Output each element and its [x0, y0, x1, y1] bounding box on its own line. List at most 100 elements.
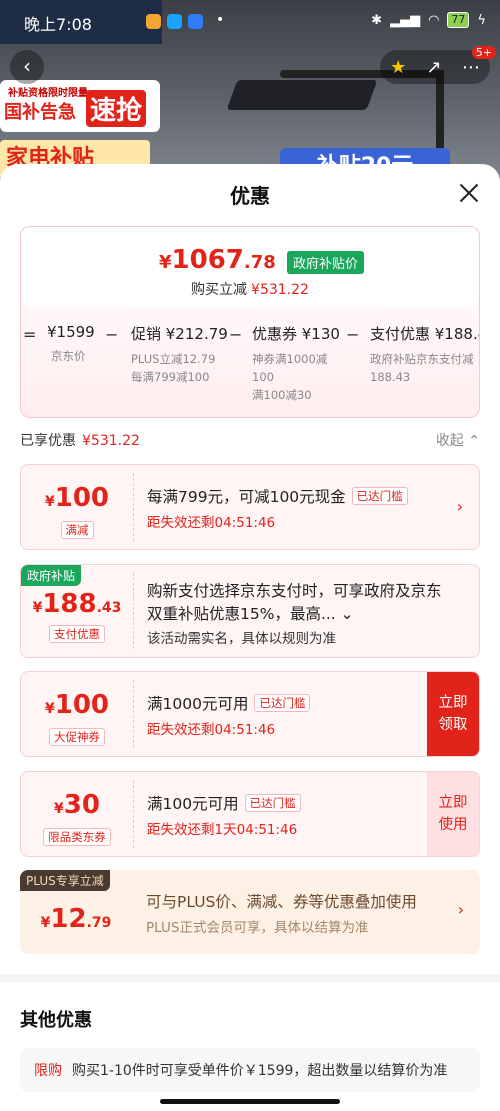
discount-title-line2[interactable]: 双重补贴优惠15%，最高... ⌄: [147, 602, 354, 624]
value-yen: ¥: [44, 494, 55, 510]
type-tag-text: 大促神券: [49, 728, 105, 746]
breakdown-sub: PLUS立减12.79: [131, 352, 216, 366]
coupon-title: 满1000元可用 已达门槛: [147, 692, 311, 714]
breakdown-jd-price: ¥1599 京东价: [47, 323, 95, 365]
value-yen: ¥: [44, 701, 55, 717]
product-image-head: [226, 80, 378, 110]
equals-sign: =: [23, 325, 37, 344]
coupon-value: ¥100: [21, 690, 133, 720]
discount-card-full-reduction[interactable]: ¥100 满减 每满799元，可减100元现金 已达门槛 距失效还剩04:51:4…: [20, 464, 480, 550]
buy-reduce-label: 购买立减: [191, 282, 248, 298]
coupon-type-tag: 大促神券: [21, 726, 133, 746]
plus-title: 可与PLUS价、满减、券等优惠叠加使用: [146, 893, 417, 911]
enjoyed-label: 已享优惠: [20, 433, 76, 449]
battery-icon: 77: [447, 12, 470, 28]
gov-subsidy-price-tag: 政府补贴价: [287, 251, 365, 274]
home-indicator[interactable]: [160, 1099, 340, 1104]
action-line2: 领取: [438, 717, 468, 733]
map-notification-icon: [188, 14, 203, 29]
breakdown-promotion: 促销 ¥212.79 PLUS立减12.79 每满799减100: [131, 323, 228, 386]
status-right: ✱ ▂▄▆ ◠ 77 ϟ: [371, 12, 486, 28]
discount-type-tag: 支付优惠: [21, 623, 133, 643]
limit-tag: 限购: [34, 1063, 62, 1079]
chevron-right-icon: ›: [457, 900, 464, 919]
wifi-icon: ◠: [428, 12, 440, 28]
enjoyed-discount: 已享优惠 ¥531.22: [20, 430, 140, 450]
collapse-button[interactable]: 收起 ⌃: [436, 430, 480, 450]
minus-sign: −: [346, 325, 360, 344]
purchase-limit-row: 限购 购买1-10件时可享受单件价￥1599，超出数量以结算价为准: [20, 1048, 480, 1092]
claim-coupon-button[interactable]: 立即 领取: [427, 672, 479, 756]
chevron-right-icon: ›: [456, 497, 463, 516]
value-yen: ¥: [54, 801, 64, 817]
back-button[interactable]: ‹: [10, 50, 44, 84]
value-amount: 30: [63, 790, 100, 820]
limit-text: 购买1-10件时可享受单件价￥1599，超出数量以结算价为准: [72, 1063, 448, 1079]
coupon-value: ¥30: [21, 790, 133, 820]
discount-card-gov-payment[interactable]: 政府补贴 ¥188.43 支付优惠 购新支付选择京东支付时，可享政府及京东 双重…: [20, 564, 480, 658]
breakdown-sub: 京东价: [51, 349, 86, 363]
breakdown-main: 优惠券 ¥130: [252, 325, 340, 343]
discount-value: ¥100: [21, 483, 133, 513]
use-coupon-button[interactable]: 立即 使用: [427, 772, 479, 856]
share-icon[interactable]: ↗: [427, 57, 442, 78]
subsidy-banner: 补贴资格限时限量 国补告急 速抢: [0, 80, 160, 132]
discount-title: 每满799元，可减100元现金 已达门槛: [147, 485, 408, 507]
app-notification-icon: [146, 14, 161, 29]
final-price-int: 1067: [171, 245, 244, 275]
breakdown-sub: 神券满1000减: [252, 352, 328, 366]
close-icon[interactable]: [458, 182, 480, 204]
value-decimal: .43: [96, 600, 122, 616]
card-divider: [133, 573, 134, 649]
minus-sign: −: [105, 325, 119, 344]
other-discounts: 其他优惠 限购 购买1-10件时可享受单件价￥1599，超出数量以结算价为准: [0, 974, 500, 1111]
nav-actions: ★ ↗ ⋯ 5+: [380, 46, 496, 84]
threshold-reached-badge: 已达门槛: [254, 694, 311, 712]
action-line1: 立即: [438, 795, 468, 811]
threshold-reached-badge: 已达门槛: [351, 487, 408, 505]
banner-line3: 速抢: [86, 90, 147, 127]
final-price: ¥1067.78: [159, 245, 276, 275]
plus-note: PLUS正式会员可享，具体以结算为准: [146, 920, 369, 936]
message-badge: 5+: [471, 46, 496, 59]
plus-tag: PLUS专享立减: [20, 870, 110, 891]
breakdown-main: 支付优惠 ¥188.4: [370, 325, 480, 343]
status-time: 晚上7:08: [24, 15, 92, 34]
breakdown-main: 促销 ¥212.79: [131, 325, 228, 343]
title-text: 满1000元可用: [147, 695, 249, 713]
breakdown-sub: 188.43: [370, 370, 411, 384]
value-amount: 188: [42, 589, 97, 619]
value-amount: 12: [50, 904, 87, 934]
sheet-content: 优惠 ¥1067.78 政府补贴价 购买立减 ¥531.22 = ¥1599 京东…: [0, 164, 500, 974]
more-icon[interactable]: ⋯: [462, 57, 480, 78]
value-yen: ¥: [40, 915, 51, 931]
coupon-card-promo: ¥100 大促神券 满1000元可用 已达门槛 距失效还剩04:51:46 立即 …: [20, 671, 480, 757]
final-price-dec: .78: [243, 252, 276, 273]
card-divider: [133, 680, 134, 748]
banner-line1: 补贴资格限时限量: [8, 88, 88, 99]
coupon-type-tag: 限品类东券: [21, 826, 133, 846]
coupon-card-category: ¥30 限品类东券 满100元可用 已达门槛 距失效还剩1天04:51:46 立即…: [20, 771, 480, 857]
minus-sign: −: [229, 325, 243, 344]
chevron-left-icon: ‹: [23, 54, 31, 78]
chat-notification-icon: [167, 14, 182, 29]
discount-type-tag: 满减: [21, 519, 133, 539]
more-notifications-dot: •: [216, 12, 225, 28]
breakdown-coupon: 优惠券 ¥130 神券满1000减 100 满100减30: [252, 323, 340, 404]
banner-line2: 国补告急: [4, 102, 76, 123]
type-tag-text: 满减: [60, 521, 94, 539]
value-decimal: .79: [86, 915, 112, 931]
value-yen: ¥: [32, 600, 43, 616]
action-line2: 使用: [438, 817, 468, 833]
charging-icon: ϟ: [477, 12, 486, 28]
favorite-star-icon[interactable]: ★: [390, 57, 406, 78]
enjoyed-amount: ¥531.22: [82, 433, 140, 449]
plus-discount-card[interactable]: PLUS专享立减 ¥12.79 可与PLUS价、满减、券等优惠叠加使用 PLUS…: [20, 870, 480, 954]
signal-icon: ▂▄▆: [390, 12, 421, 28]
breakdown-main: ¥1599: [47, 323, 95, 341]
title-text: 满100元可用: [147, 795, 239, 813]
breakdown-sub: 政府补贴京东支付减: [370, 352, 474, 366]
title-text: 每满799元，可减100元现金: [147, 488, 346, 506]
value-amount: 100: [54, 690, 110, 720]
breakdown-sub: 满100减30: [252, 388, 312, 402]
